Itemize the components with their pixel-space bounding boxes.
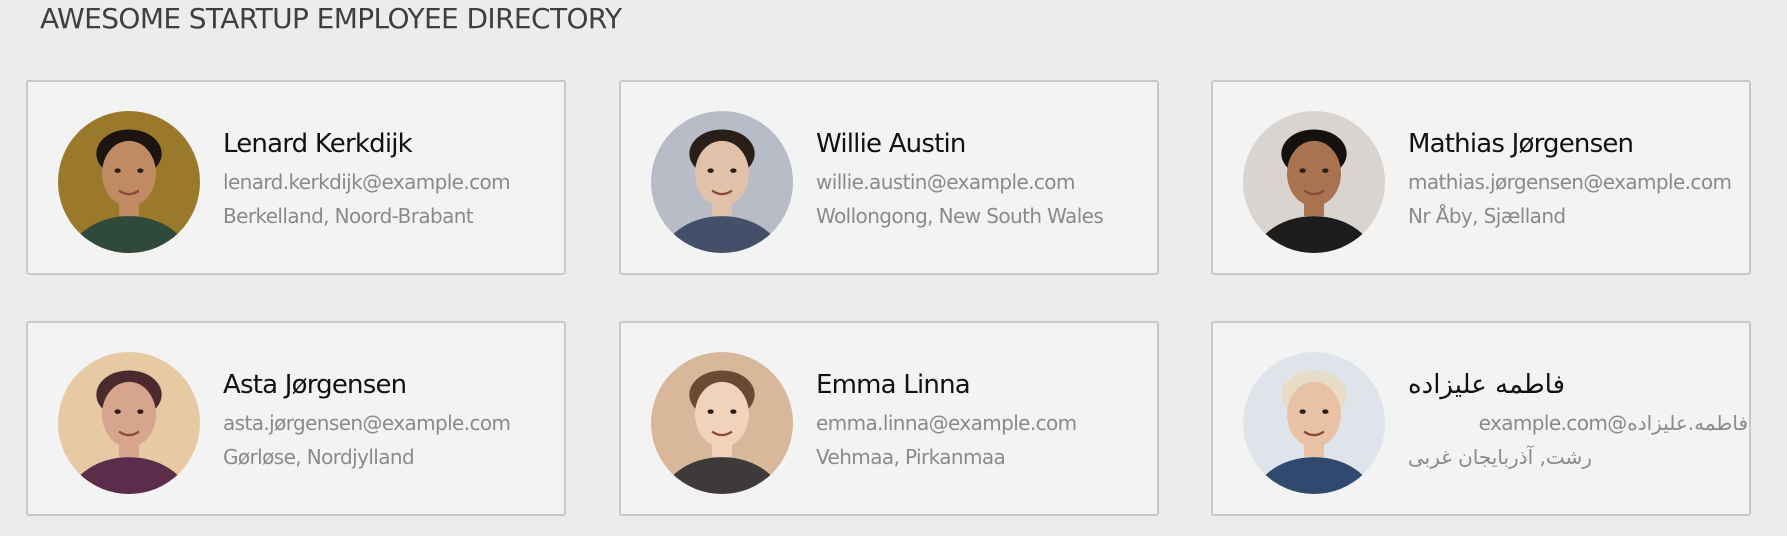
- employee-name: فاطمه علیزاده: [1408, 370, 1566, 400]
- avatar: [58, 352, 200, 494]
- employee-card[interactable]: فاطمه علیزاده فاطمه.علیزاده@example.com …: [1211, 321, 1751, 516]
- avatar: [58, 111, 200, 253]
- employee-location: Nr Åby, Sjælland: [1408, 204, 1566, 228]
- employee-email: willie.austin@example.com: [816, 170, 1075, 194]
- employee-email: asta.jørgensen@example.com: [223, 411, 511, 435]
- person-avatar-icon: [58, 352, 200, 494]
- employee-card[interactable]: Emma Linna emma.linna@example.com Vehmaa…: [619, 321, 1159, 516]
- person-avatar-icon: [651, 111, 793, 253]
- person-avatar-icon: [1243, 352, 1385, 494]
- employee-card[interactable]: Lenard Kerkdijk lenard.kerkdijk@example.…: [26, 80, 566, 275]
- employee-email: mathias.jørgensen@example.com: [1408, 170, 1732, 194]
- avatar: [651, 111, 793, 253]
- employee-card[interactable]: Mathias Jørgensen mathias.jørgensen@exam…: [1211, 80, 1751, 275]
- employee-location: Gørløse, Nordjylland: [223, 445, 415, 469]
- person-avatar-icon: [651, 352, 793, 494]
- employee-location: رشت, آذربایجان غربی: [1408, 445, 1593, 469]
- page-title: AWESOME STARTUP EMPLOYEE DIRECTORY: [40, 2, 622, 35]
- employee-location: Wollongong, New South Wales: [816, 204, 1104, 228]
- employee-name: Willie Austin: [816, 129, 966, 159]
- avatar: [1243, 111, 1385, 253]
- employee-location: Berkelland, Noord-Brabant: [223, 204, 474, 228]
- employee-card[interactable]: Willie Austin willie.austin@example.com …: [619, 80, 1159, 275]
- avatar: [651, 352, 793, 494]
- employee-name: Lenard Kerkdijk: [223, 129, 413, 159]
- employee-email: lenard.kerkdijk@example.com: [223, 170, 511, 194]
- employee-name: Asta Jørgensen: [223, 370, 407, 400]
- employee-name: Emma Linna: [816, 370, 971, 400]
- avatar: [1243, 352, 1385, 494]
- person-avatar-icon: [58, 111, 200, 253]
- employee-email: emma.linna@example.com: [816, 411, 1077, 435]
- employee-location: Vehmaa, Pirkanmaa: [816, 445, 1006, 469]
- person-avatar-icon: [1243, 111, 1385, 253]
- employee-email: فاطمه.علیزاده@example.com: [1478, 411, 1749, 435]
- employee-card[interactable]: Asta Jørgensen asta.jørgensen@example.co…: [26, 321, 566, 516]
- employee-name: Mathias Jørgensen: [1408, 129, 1634, 159]
